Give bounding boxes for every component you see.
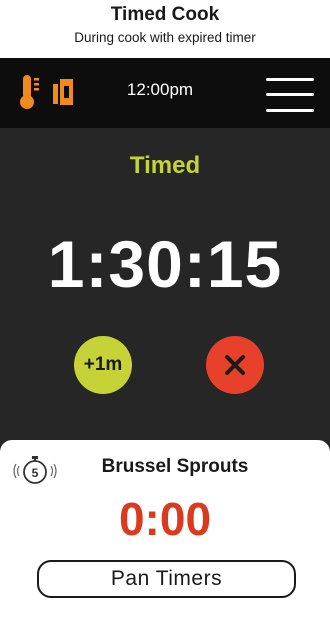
oven-door-icon (53, 79, 73, 105)
oven-screen: 12:00pm Timed 1:30:15 +1m 5 Brussel Spro… (0, 58, 330, 631)
status-bar: 12:00pm (0, 58, 330, 128)
cancel-cook-button[interactable] (206, 336, 264, 394)
hamburger-menu-icon[interactable] (266, 76, 314, 114)
caption-title: Timed Cook (110, 4, 220, 25)
thermometer-icon (20, 75, 39, 109)
close-icon (225, 355, 245, 375)
pan-timer-time: 0:00 (118, 493, 212, 545)
caption: Timed Cook During cook with expired time… (0, 0, 330, 58)
cook-mode-label: Timed (129, 152, 201, 179)
stopwatch-icon: 5 (13, 456, 57, 484)
cook-timer: 1:30:15 (47, 227, 283, 301)
pan-timer-panel: 5 Brussel Sprouts 0:00 Pan Timers (0, 440, 330, 631)
pan-timers-button[interactable]: Pan Timers (37, 560, 296, 598)
clock-time: 12:00pm (126, 80, 194, 99)
stopwatch-number: 5 (32, 466, 39, 480)
caption-subtitle: During cook with expired timer (74, 30, 256, 45)
add-minute-button[interactable]: +1m (74, 336, 132, 394)
pan-item-name: Brussel Sprouts (101, 456, 249, 477)
